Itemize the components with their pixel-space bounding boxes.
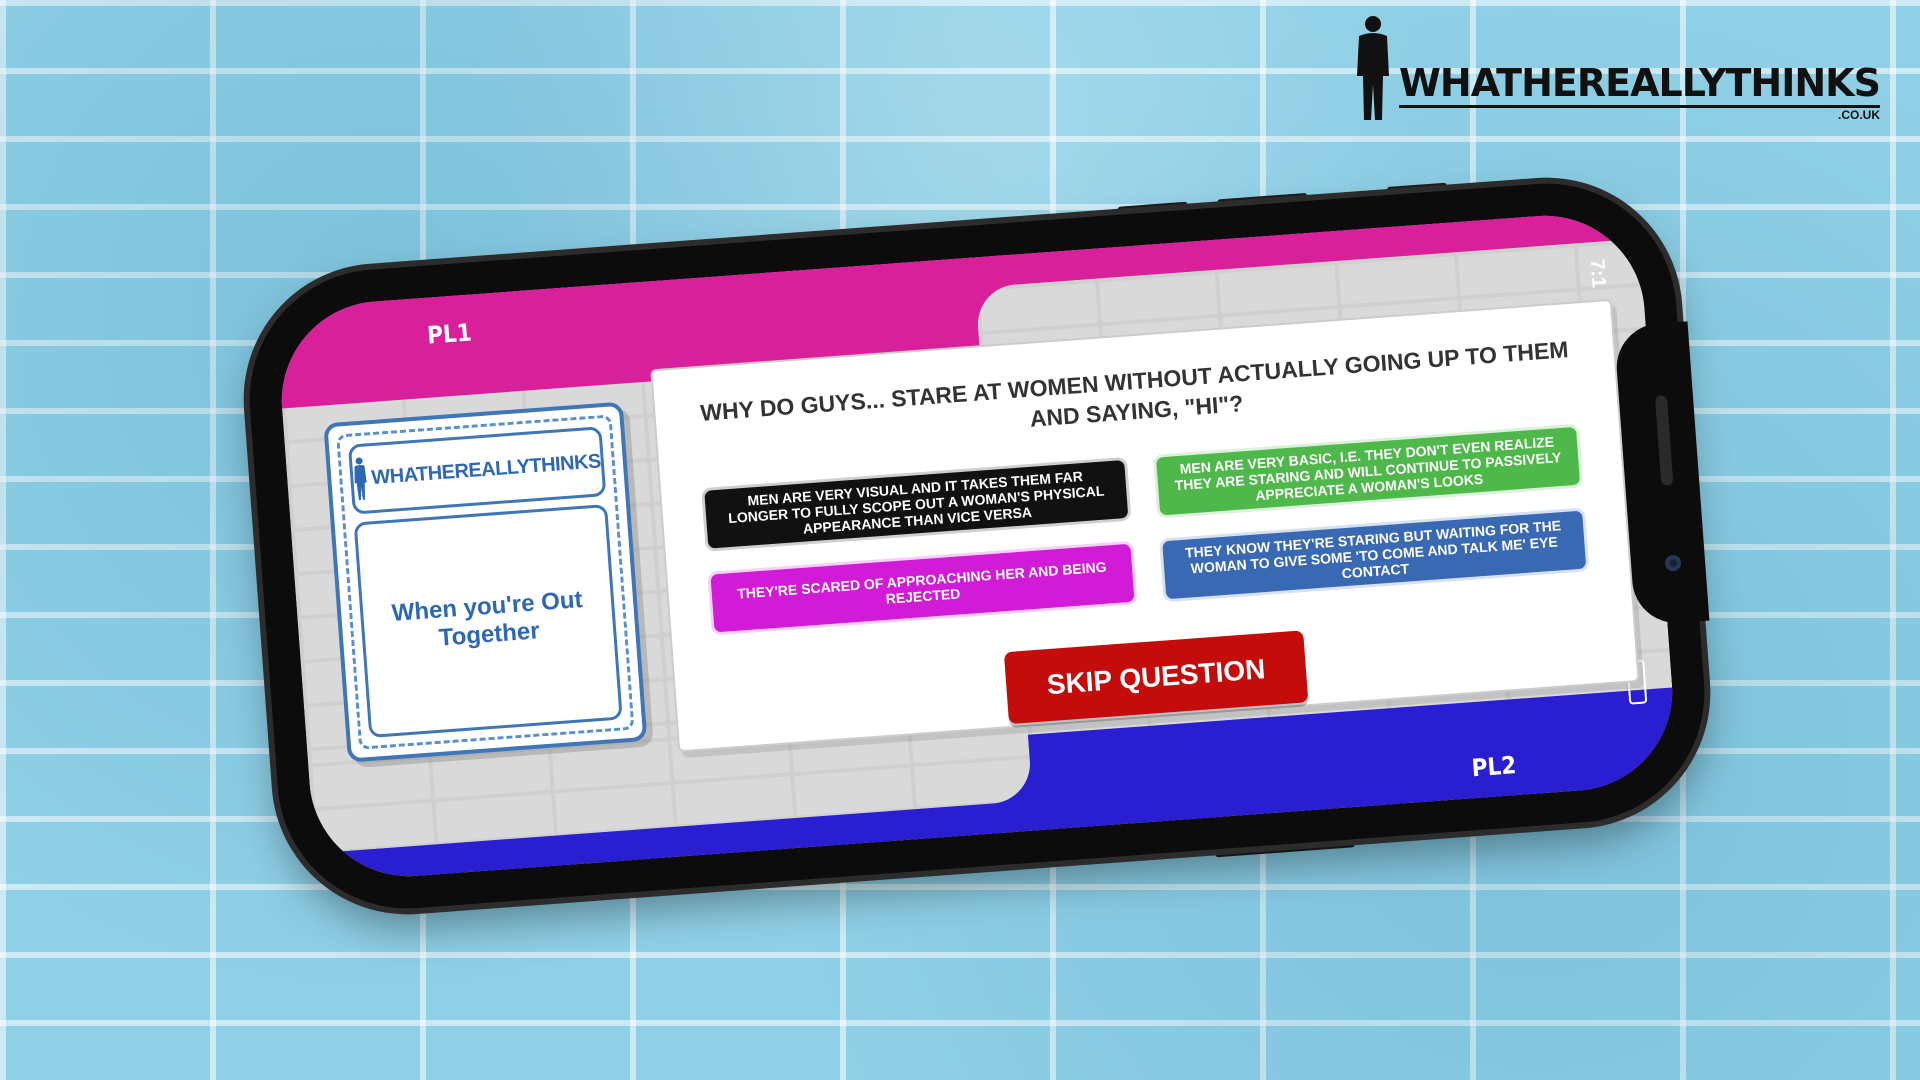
question-panel: Why Do Guys... Stare at women without ac… <box>650 298 1640 753</box>
answer-option-3[interactable]: They're scared of approaching her and be… <box>707 540 1138 636</box>
card-logo: WHATHEREALLYTHINKS <box>347 426 607 515</box>
brand-name: WHATHEREALLYTHINKS <box>1399 61 1881 108</box>
brand-tld: .CO.UK <box>1838 108 1880 122</box>
answer-grid: Men are very visual and it takes them fa… <box>701 423 1590 636</box>
player1-label: PL1 <box>426 318 473 350</box>
phone-mockup: PL1 PL2 7:1 WHATHEREALLYTHINKS When you'… <box>240 174 1714 918</box>
brand-logo: WHATHEREALLYTHINKS .CO.UK <box>1353 14 1881 122</box>
game-screen: PL1 PL2 7:1 WHATHEREALLYTHINKS When you'… <box>274 208 1680 884</box>
card-category: When you're Out Together <box>390 586 584 652</box>
status-time: 7:1 <box>1585 258 1610 289</box>
man-silhouette-icon <box>1357 16 1389 120</box>
answer-option-1[interactable]: Men are very visual and it takes them fa… <box>701 456 1132 552</box>
man-silhouette-icon <box>354 457 367 501</box>
answer-option-2[interactable]: Men are very basic, i.e. they don't even… <box>1152 423 1584 519</box>
skip-question-button[interactable]: SKIP QUESTION <box>1003 630 1309 725</box>
category-card: WHATHEREALLYTHINKS When you're Out Toget… <box>323 401 648 763</box>
player2-label: PL2 <box>1470 751 1518 783</box>
answer-option-4[interactable]: They know they're staring but waiting fo… <box>1158 507 1590 603</box>
card-logo-text: WHATHEREALLYTHINKS <box>370 449 602 489</box>
